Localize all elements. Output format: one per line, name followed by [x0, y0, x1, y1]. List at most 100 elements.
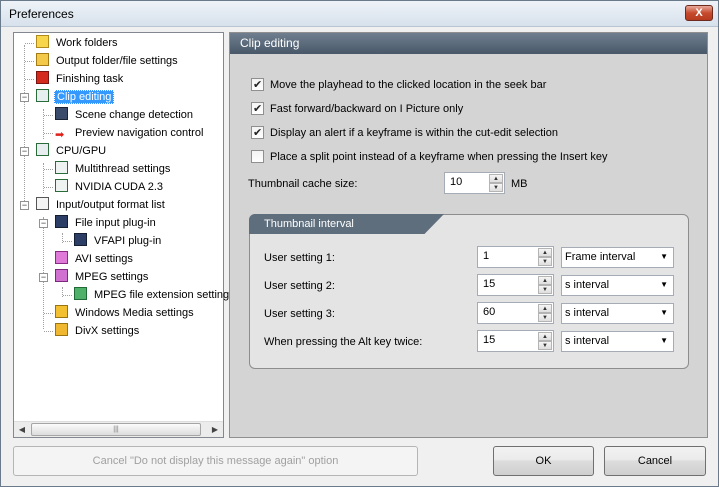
tree-connector	[25, 79, 34, 80]
spinner-value: 1	[483, 250, 490, 262]
checkbox[interactable]	[251, 77, 264, 93]
expander-clip-editing[interactable]: −	[20, 93, 29, 102]
select-value: Frame interval	[565, 251, 636, 263]
divx-icon	[55, 323, 68, 336]
tree-item-cpu-gpu[interactable]: CPU/GPU	[36, 143, 108, 160]
spinner-value: 15	[483, 334, 496, 346]
user-setting-3-mode-select[interactable]: s interval ▼	[561, 303, 674, 324]
tree-connector	[44, 115, 53, 116]
select-value: s interval	[565, 335, 610, 347]
checkbox[interactable]	[251, 150, 264, 163]
spin-down-icon[interactable]: ▼	[538, 313, 552, 322]
tree-connector	[44, 169, 53, 170]
alt-key-spinner[interactable]: 15 ▲ ▼	[477, 330, 554, 352]
expander-io-formats[interactable]: −	[20, 201, 29, 210]
scroll-left-arrow-icon[interactable]: ◀	[14, 422, 30, 438]
tree-item-mpeg-ext[interactable]: MPEG file extension setting	[74, 287, 231, 304]
tree-connector	[44, 187, 53, 188]
dropdown-arrow-icon: ▼	[660, 336, 668, 345]
tree-item-label: Scene change detection	[75, 109, 194, 121]
tree-item-label: Windows Media settings	[75, 307, 194, 319]
tree-item-label: Preview navigation control	[75, 127, 204, 139]
scroll-thumb[interactable]: |||	[31, 423, 201, 436]
spin-down-icon[interactable]: ▼	[538, 285, 552, 294]
tree-connector	[44, 313, 53, 314]
tree-item-avi[interactable]: AVI settings	[55, 251, 135, 268]
tree-item-io-formats[interactable]: Input/output format list	[36, 197, 167, 214]
expander-file-input[interactable]: −	[39, 219, 48, 228]
tree-item-clip-editing[interactable]: Clip editing	[36, 89, 115, 106]
spin-up-icon[interactable]: ▲	[489, 174, 503, 183]
spin-up-icon[interactable]: ▲	[538, 332, 552, 341]
expander-mpeg[interactable]: −	[39, 273, 48, 282]
preferences-window: Preferences X − − − − − Work folders Out…	[0, 0, 719, 487]
check-fast-forward[interactable]: Fast forward/backward on I Picture only	[251, 101, 463, 117]
cancel-dont-display-button[interactable]: Cancel "Do not display this message agai…	[13, 446, 418, 476]
alt-key-mode-select[interactable]: s interval ▼	[561, 331, 674, 352]
checkbox[interactable]	[251, 101, 264, 117]
tree-connector	[43, 163, 44, 193]
tree-item-cuda[interactable]: NVIDIA CUDA 2.3	[55, 179, 165, 196]
folder-icon	[36, 35, 49, 48]
window-title: Preferences	[9, 7, 74, 21]
tree-item-label: MPEG settings	[75, 271, 149, 283]
tree-connector	[24, 45, 25, 203]
group-title: Thumbnail interval	[249, 214, 444, 234]
close-button[interactable]: X	[685, 5, 713, 21]
tree-item-work-folders[interactable]: Work folders	[36, 35, 120, 52]
tree-item-label: NVIDIA CUDA 2.3	[75, 181, 164, 193]
user-setting-3-spinner[interactable]: 60 ▲ ▼	[477, 302, 554, 324]
dropdown-arrow-icon: ▼	[660, 308, 668, 317]
spin-down-icon[interactable]: ▼	[538, 341, 552, 350]
spin-down-icon[interactable]: ▼	[489, 183, 503, 192]
spin-up-icon[interactable]: ▲	[538, 304, 552, 313]
tree-item-label: Work folders	[56, 37, 118, 49]
tree-item-output-folder[interactable]: Output folder/file settings	[36, 53, 180, 70]
expander-cpu-gpu[interactable]: −	[20, 147, 29, 156]
settings-doc-icon	[55, 179, 68, 192]
avi-icon	[55, 251, 68, 264]
check-keyframe-alert[interactable]: Display an alert if a keyframe is within…	[251, 125, 558, 141]
settings-panel: Clip editing Move the playhead to the cl…	[229, 32, 708, 438]
spin-up-icon[interactable]: ▲	[538, 248, 552, 257]
spinner-value: 10	[450, 176, 463, 188]
tree-connector	[44, 331, 53, 332]
check-move-playhead[interactable]: Move the playhead to the clicked locatio…	[251, 77, 546, 93]
spin-up-icon[interactable]: ▲	[538, 276, 552, 285]
cancel-button[interactable]: Cancel	[604, 446, 706, 476]
tree-item-finishing-task[interactable]: Finishing task	[36, 71, 125, 88]
tree-item-label: Output folder/file settings	[56, 55, 178, 67]
user-setting-2-spinner[interactable]: 15 ▲ ▼	[477, 274, 554, 296]
category-tree[interactable]: − − − − − Work folders Output folder/fil…	[13, 32, 229, 438]
user-setting-2-mode-select[interactable]: s interval ▼	[561, 275, 674, 296]
tree-item-preview-nav[interactable]: ➡ Preview navigation control	[55, 125, 205, 142]
tree-item-label: CPU/GPU	[56, 145, 107, 157]
check-split-point[interactable]: Place a split point instead of a keyfram…	[251, 149, 608, 165]
tree-item-label: File input plug-in	[75, 217, 156, 229]
user-setting-1-mode-select[interactable]: Frame interval ▼	[561, 247, 674, 268]
tree-item-vfapi[interactable]: VFAPI plug-in	[74, 233, 163, 250]
user-setting-3-label: User setting 3:	[264, 308, 335, 320]
scroll-right-arrow-icon[interactable]: ▶	[207, 422, 223, 438]
dropdown-arrow-icon: ▼	[660, 252, 668, 261]
tree-item-label: MPEG file extension setting	[94, 289, 230, 301]
checkbox[interactable]	[251, 125, 264, 141]
spinner-value: 15	[483, 278, 496, 290]
spinner-value: 60	[483, 306, 496, 318]
tree-item-divx[interactable]: DivX settings	[55, 323, 141, 340]
spin-down-icon[interactable]: ▼	[538, 257, 552, 266]
tree-item-file-input[interactable]: File input plug-in	[55, 215, 158, 232]
tree-horizontal-scrollbar[interactable]: ◀ ||| ▶	[14, 421, 223, 437]
tree-item-mpeg[interactable]: MPEG settings	[55, 269, 150, 286]
plugin-icon	[74, 233, 87, 246]
tree-item-multithread[interactable]: Multithread settings	[55, 161, 172, 178]
user-setting-1-spinner[interactable]: 1 ▲ ▼	[477, 246, 554, 268]
plugin-icon	[55, 215, 68, 228]
tree-item-windows-media[interactable]: Windows Media settings	[55, 305, 196, 322]
ok-button[interactable]: OK	[493, 446, 594, 476]
cache-size-spinner[interactable]: 10 ▲ ▼	[444, 172, 505, 194]
dropdown-arrow-icon: ▼	[660, 280, 668, 289]
tree-item-label: Finishing task	[56, 73, 124, 85]
tree-connector	[25, 43, 34, 44]
tree-item-scene-change[interactable]: Scene change detection	[55, 107, 195, 124]
